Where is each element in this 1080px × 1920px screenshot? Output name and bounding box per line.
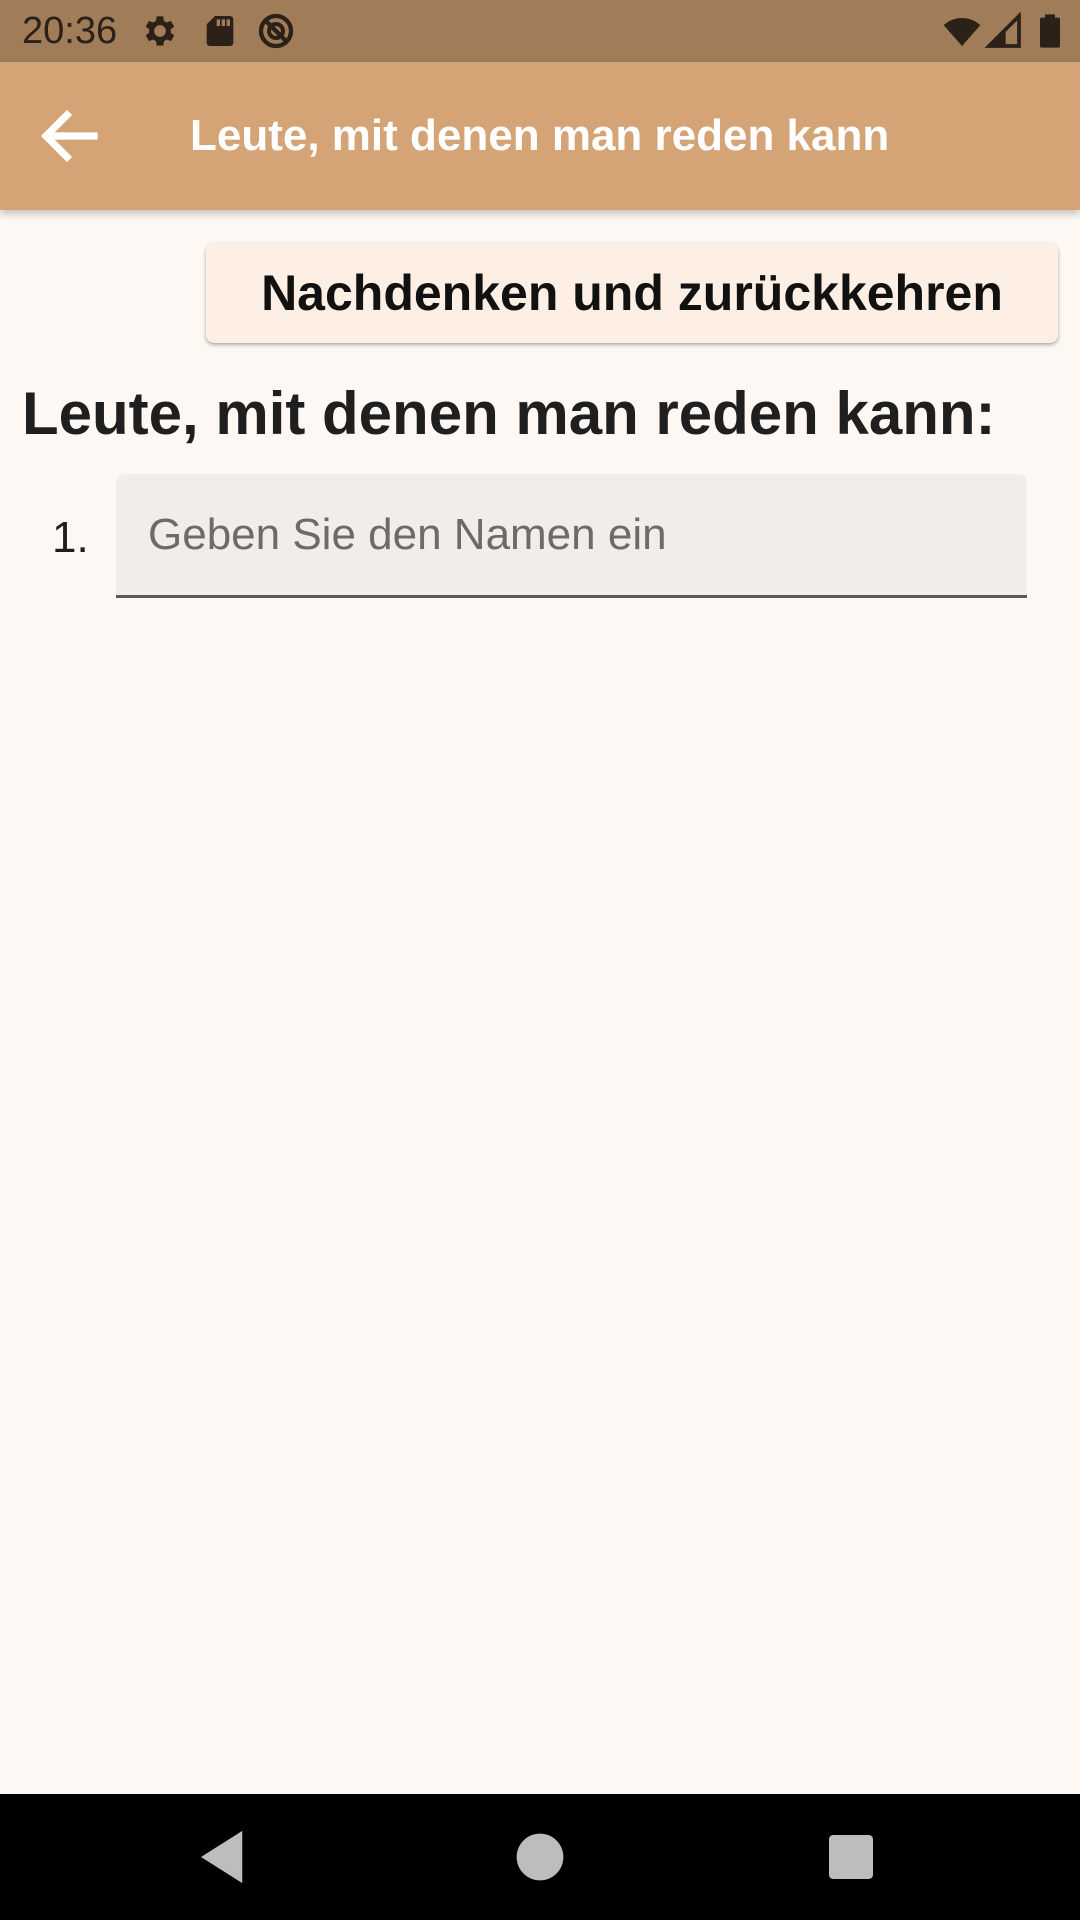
back-triangle-icon[interactable]: [190, 1824, 256, 1890]
reflect-and-return-button[interactable]: Nachdenken und zurückkehren: [206, 243, 1058, 343]
sd-card-icon: [206, 16, 234, 46]
status-time: 20:36: [22, 10, 118, 52]
gear-icon: [145, 16, 175, 46]
wifi-icon: [943, 18, 981, 46]
app-title: Leute, mit denen man reden kann: [190, 111, 890, 160]
list-item-number: 1.: [52, 513, 89, 562]
screen: 20:36 Leute, mit denen man reden kann Na…: [0, 0, 1080, 1920]
navigation-bar: [0, 1794, 1080, 1920]
arrow-back-icon: [40, 109, 98, 163]
section-heading: Leute, mit denen man reden kann:: [22, 380, 996, 447]
recents-square-icon[interactable]: [818, 1824, 884, 1890]
home-circle-icon[interactable]: [507, 1824, 573, 1890]
name-field: [116, 474, 1027, 598]
do-not-disturb-icon: [258, 13, 294, 49]
signal-icon: [984, 11, 1021, 48]
status-bar: 20:36: [0, 0, 1080, 62]
app-bar: Leute, mit denen man reden kann: [0, 62, 1080, 210]
back-button[interactable]: [34, 100, 106, 172]
name-input[interactable]: [116, 474, 1027, 595]
battery-icon: [1040, 14, 1060, 48]
